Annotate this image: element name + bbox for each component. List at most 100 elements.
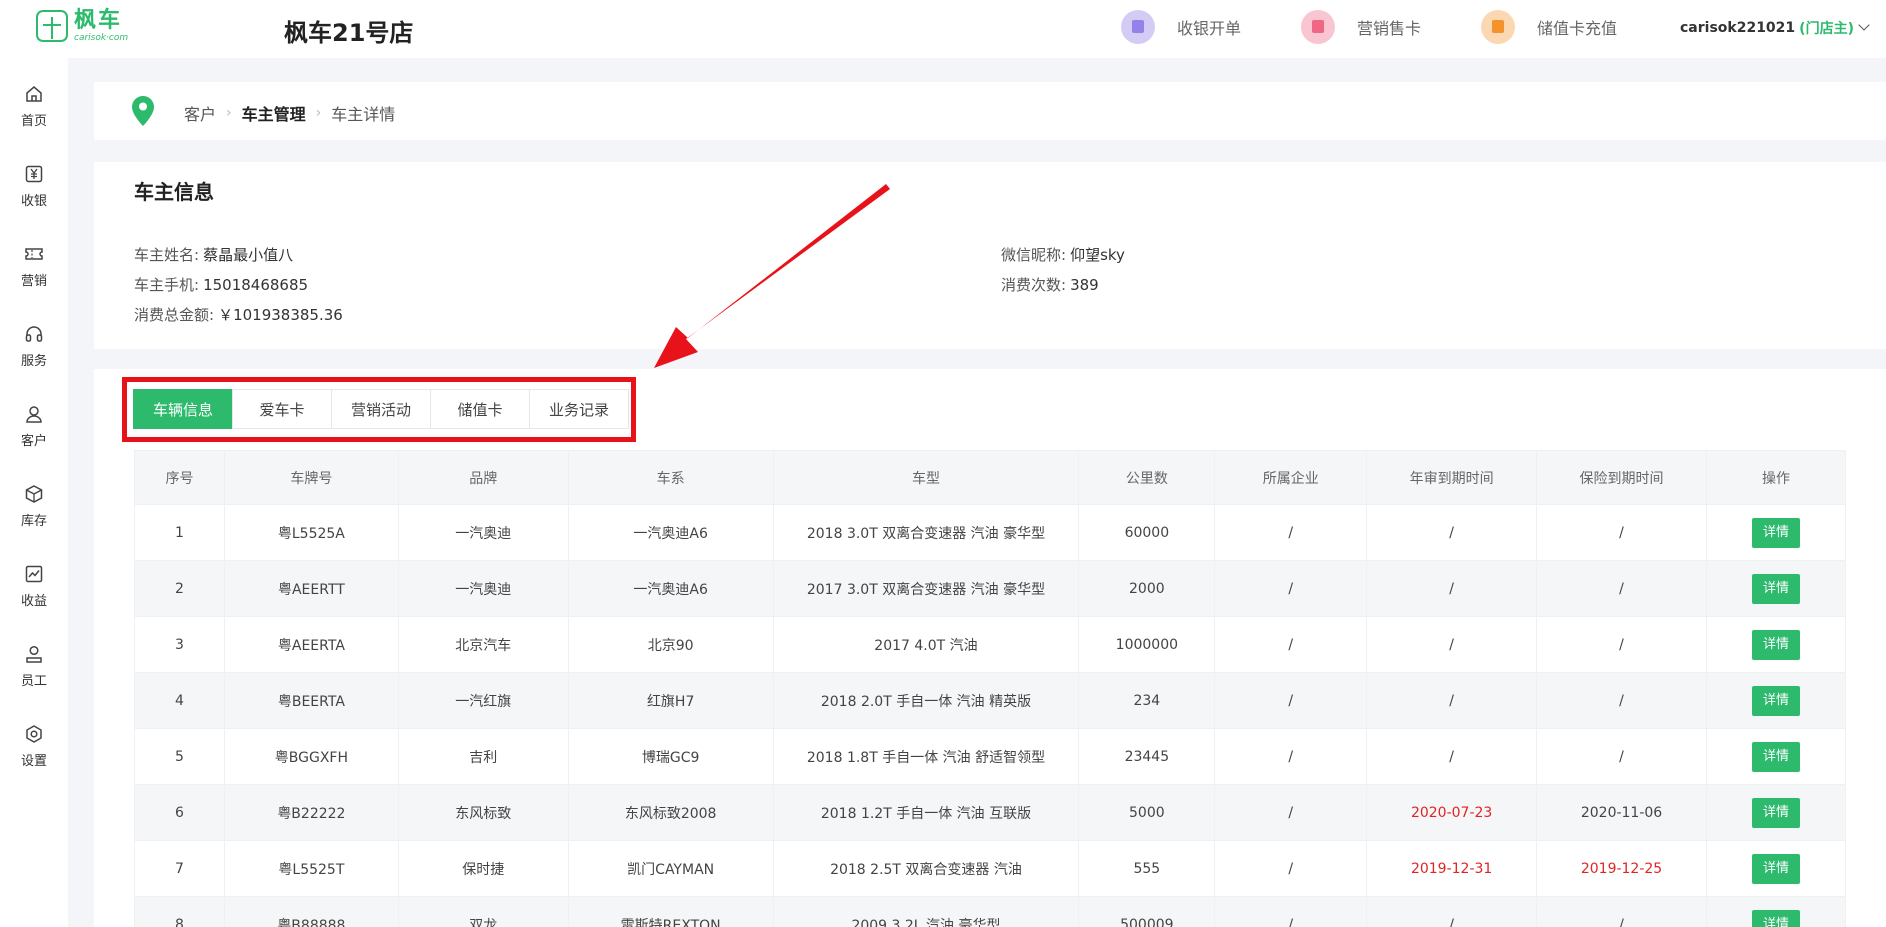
sidebar-item-customer[interactable]: 客户: [0, 396, 68, 464]
table-cell: 7: [134, 840, 225, 897]
owner-phone-value: 15018468685: [203, 276, 309, 294]
column-header: 公里数: [1078, 450, 1216, 505]
owner-total-row: 消费总金额: ￥101938385.36: [134, 304, 343, 325]
table-cell: 5: [134, 728, 225, 785]
table-cell: 一汽奥迪: [397, 504, 569, 561]
table-cell: 粤AEERTT: [223, 560, 399, 617]
table-cell: 6: [134, 784, 225, 841]
sidebar-item-marketing[interactable]: 营销: [0, 236, 68, 304]
table-cell: 东风标致2008: [567, 784, 774, 841]
logo-subtext: carisok·com: [74, 33, 129, 43]
sidebar-item-settings[interactable]: 设置: [0, 716, 68, 784]
detail-button[interactable]: 详情: [1751, 909, 1800, 927]
wallet-icon: [1481, 10, 1515, 44]
owner-wechat-row: 微信昵称: 仰望sky: [1001, 244, 1125, 265]
sidebar-item-label: 收银: [20, 194, 47, 209]
table-row: 8 粤B88888 双龙 雷斯特REXTON 2009 3.2L 汽油 豪华型 50000…: [134, 896, 1847, 927]
table-cell: 2018 2.5T 双离合变速器 汽油: [772, 840, 1080, 897]
column-header: 车型: [772, 450, 1080, 505]
location-pin-icon: [132, 96, 154, 126]
table-cell: 粤AEERTA: [223, 616, 399, 673]
table-cell: 粤B22222: [223, 784, 399, 841]
column-header: 车系: [567, 450, 774, 505]
table-cell: 红旗H7: [567, 672, 774, 729]
cashier-order-label: 收银开单: [1177, 19, 1242, 38]
table-cell: 23445: [1078, 728, 1216, 785]
table-cell: 2009 3.2L 汽油 豪华型: [772, 896, 1080, 927]
card-icon: [1301, 10, 1335, 44]
stored-value-recharge-label: 储值卡充值: [1537, 19, 1618, 38]
marketing-card-label: 营销售卡: [1357, 19, 1422, 38]
table-cell-action: 详情: [1705, 504, 1847, 561]
logo-icon: [36, 10, 68, 42]
table-cell: 2: [134, 560, 225, 617]
sidebar-item-staff[interactable]: 员工: [0, 636, 68, 704]
table-cell: /: [1214, 840, 1368, 897]
column-header: 操作: [1705, 450, 1847, 505]
stored-value-recharge-button[interactable]: 储值卡充值: [1481, 10, 1617, 44]
table-cell: /: [1536, 728, 1707, 785]
table-cell: 2018 3.0T 双离合变速器 汽油 豪华型: [772, 504, 1080, 561]
staff-icon: [24, 644, 44, 664]
table-cell: /: [1366, 560, 1538, 617]
table-cell: 555: [1078, 840, 1216, 897]
detail-button[interactable]: 详情: [1751, 517, 1800, 548]
table-cell: 2018 1.8T 手自一体 汽油 舒适智领型: [772, 728, 1080, 785]
owner-total-value: ￥101938385.36: [218, 306, 343, 324]
table-cell: 粤BEERTA: [223, 672, 399, 729]
highlight-box: [122, 377, 636, 442]
table-cell: 2019-12-25: [1536, 840, 1707, 897]
column-header: 保险到期时间: [1536, 450, 1707, 505]
table-cell: 一汽奥迪A6: [567, 560, 774, 617]
table-cell-action: 详情: [1705, 728, 1847, 785]
detail-button[interactable]: 详情: [1751, 853, 1800, 884]
owner-count-value: 389: [1070, 276, 1099, 294]
detail-button[interactable]: 详情: [1751, 741, 1800, 772]
user-icon: [24, 404, 44, 424]
table-cell: 粤L5525A: [223, 504, 399, 561]
sidebar-item-service[interactable]: 服务: [0, 316, 68, 384]
sidebar-item-label: 收益: [20, 594, 47, 609]
table-cell: 8: [134, 896, 225, 927]
user-menu[interactable]: carisok221021 (门店主): [1680, 18, 1870, 38]
column-header: 年审到期时间: [1366, 450, 1538, 505]
sidebar-item-cashier[interactable]: 收银: [0, 156, 68, 224]
detail-button[interactable]: 详情: [1751, 629, 1800, 660]
cashier-order-button[interactable]: 收银开单: [1121, 10, 1241, 44]
sidebar-item-label: 设置: [20, 754, 47, 769]
chevron-down-icon: [1858, 19, 1870, 31]
home-icon: [24, 84, 44, 104]
sidebar-item-label: 客户: [20, 434, 47, 449]
sidebar-item-inventory[interactable]: 库存: [0, 476, 68, 544]
table-cell: /: [1366, 728, 1538, 785]
detail-button[interactable]: 详情: [1751, 573, 1800, 604]
sidebar-item-label: 营销: [20, 274, 47, 289]
sidebar-item-revenue[interactable]: 收益: [0, 556, 68, 624]
marketing-card-button[interactable]: 营销售卡: [1301, 10, 1421, 44]
table-cell-action: 详情: [1705, 672, 1847, 729]
owner-wechat-label: 微信昵称:: [1001, 246, 1067, 264]
table-row: 4 粤BEERTA 一汽红旗 红旗H7 2018 2.0T 手自一体 汽油 精英版 234…: [134, 672, 1847, 729]
detail-button[interactable]: 详情: [1751, 797, 1800, 828]
logo[interactable]: 枫车 carisok·com: [36, 9, 128, 43]
table-cell: 凯门CAYMAN: [567, 840, 774, 897]
table-cell: 东风标致: [397, 784, 569, 841]
table-row: 2 粤AEERTT 一汽奥迪 一汽奥迪A6 2017 3.0T 双离合变速器 汽油 豪华…: [134, 560, 1847, 617]
table-cell: 2018 2.0T 手自一体 汽油 精英版: [772, 672, 1080, 729]
column-header: 品牌: [397, 450, 569, 505]
sidebar-item-home[interactable]: 首页: [0, 76, 68, 144]
column-header: 所属企业: [1214, 450, 1368, 505]
table-cell: 北京90: [567, 616, 774, 673]
logo-text: 枫车: [74, 8, 123, 33]
table-cell: /: [1366, 616, 1538, 673]
table-row: 3 粤AEERTA 北京汽车 北京90 2017 4.0T 汽油 1000000// / 详情: [134, 616, 1847, 673]
column-header: 序号: [134, 450, 225, 505]
breadcrumb: 客户 › 车主管理 › 车主详情: [184, 101, 395, 125]
table-cell: /: [1536, 672, 1707, 729]
table-cell: 北京汽车: [397, 616, 569, 673]
breadcrumb-owner-management[interactable]: 车主管理: [242, 101, 306, 125]
table-cell: /: [1536, 504, 1707, 561]
detail-button[interactable]: 详情: [1751, 685, 1800, 716]
user-name: carisok221021: [1680, 20, 1796, 36]
breadcrumb-customer[interactable]: 客户: [184, 101, 216, 125]
